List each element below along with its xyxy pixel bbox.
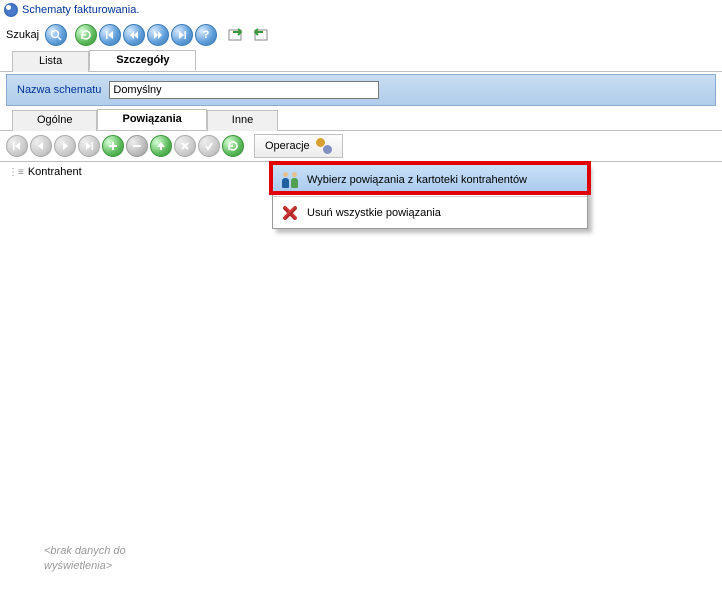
- sub-tabs: Ogólne Powiązania Inne: [0, 109, 722, 131]
- operacje-label: Operacje: [265, 140, 310, 152]
- column-header-label: Kontrahent: [28, 166, 82, 178]
- empty-list-message: <brak danych do wyświetlenia>: [44, 544, 126, 573]
- add-button[interactable]: [102, 135, 124, 157]
- operacje-dropdown: Wybierz powiązania z kartoteki kontrahen…: [272, 164, 588, 229]
- main-tabs: Lista Szczegóły: [0, 50, 722, 72]
- people-icon: [281, 171, 299, 189]
- search-button[interactable]: [45, 24, 67, 46]
- sub-toolbar: Operacje: [0, 131, 722, 161]
- schema-name-label: Nazwa schematu: [17, 84, 101, 96]
- delete-icon: [281, 204, 299, 222]
- nav-first-icon: [6, 135, 28, 157]
- tab-ogolne[interactable]: Ogólne: [12, 110, 97, 131]
- up-button[interactable]: [150, 135, 172, 157]
- main-toolbar: Szukaj ?: [0, 20, 722, 50]
- gears-icon: [316, 138, 332, 154]
- first-button[interactable]: [99, 24, 121, 46]
- import-button[interactable]: [249, 24, 271, 46]
- last-button[interactable]: [171, 24, 193, 46]
- remove-button[interactable]: [126, 135, 148, 157]
- menu-item-wybierz-powiazania[interactable]: Wybierz powiązania z kartoteki kontrahen…: [273, 165, 587, 195]
- schema-name-bar: Nazwa schematu: [6, 74, 716, 106]
- tab-szczegoly[interactable]: Szczegóły: [89, 50, 196, 71]
- next-button[interactable]: [147, 24, 169, 46]
- drag-handle-icon: ⋮≡: [8, 167, 24, 178]
- tab-inne[interactable]: Inne: [207, 110, 278, 131]
- menu-item-label: Wybierz powiązania z kartoteki kontrahen…: [307, 174, 527, 186]
- tab-lista[interactable]: Lista: [12, 51, 89, 72]
- reload-button[interactable]: [222, 135, 244, 157]
- operacje-button[interactable]: Operacje: [254, 134, 343, 158]
- confirm-icon: [198, 135, 220, 157]
- svg-text:?: ?: [203, 30, 210, 40]
- prev-button[interactable]: [123, 24, 145, 46]
- menu-item-usun-powiazania[interactable]: Usuń wszystkie powiązania: [273, 198, 587, 228]
- search-label: Szukaj: [6, 29, 39, 41]
- tab-powiazania[interactable]: Powiązania: [97, 109, 206, 130]
- refresh-button[interactable]: [75, 24, 97, 46]
- title-bar: Schematy fakturowania.: [0, 0, 722, 20]
- content-area: ⋮≡ Kontrahent Wybierz powiązania z karto…: [0, 161, 722, 591]
- window-title: Schematy fakturowania.: [22, 4, 139, 16]
- cancel-icon: [174, 135, 196, 157]
- help-button[interactable]: ?: [195, 24, 217, 46]
- nav-last-icon: [78, 135, 100, 157]
- nav-prev-icon: [30, 135, 52, 157]
- schema-name-input[interactable]: [109, 81, 379, 99]
- app-icon: [4, 3, 18, 17]
- export-button[interactable]: [225, 24, 247, 46]
- menu-separator: [273, 196, 587, 197]
- menu-item-label: Usuń wszystkie powiązania: [307, 207, 441, 219]
- nav-next-icon: [54, 135, 76, 157]
